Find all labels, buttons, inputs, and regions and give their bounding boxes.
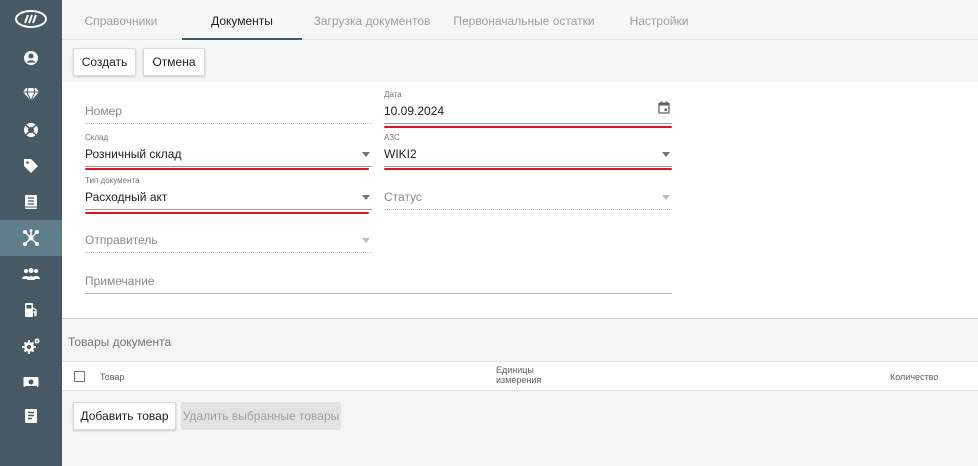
note-field[interactable]: Примечание <box>85 260 672 294</box>
document-type-select[interactable]: Тип документа Расходный акт <box>85 176 372 210</box>
station-value: WIKI2 <box>384 147 417 161</box>
sidebar-item-diamond[interactable] <box>0 76 62 112</box>
goods-section-title: Товары документа <box>68 335 172 349</box>
sidebar-item-gears[interactable] <box>0 328 62 364</box>
chevron-down-icon <box>362 195 370 200</box>
tab-initial-balances[interactable]: Первоначальные остатки <box>444 0 604 40</box>
date-highlight-underline <box>384 126 672 128</box>
chevron-down-icon <box>362 238 370 243</box>
document-goods-section: Товары документа Товар Единицы измерения… <box>62 318 978 466</box>
tab-documents[interactable]: Документы <box>182 0 302 40</box>
sidebar-item-book[interactable] <box>0 184 62 220</box>
cancel-button[interactable]: Отмена <box>143 48 205 76</box>
sender-select[interactable]: Отправитель <box>85 219 372 253</box>
add-product-button[interactable]: Добавить товар <box>73 402 176 430</box>
brand-logo-icon <box>15 10 47 28</box>
date-label: Дата <box>384 90 402 99</box>
station-highlight-underline <box>384 168 672 170</box>
sidebar-item-users[interactable] <box>0 256 62 292</box>
document-form: Номер Дата 10.09.2024 Склад Розничный ск… <box>62 82 978 318</box>
user-icon <box>24 51 38 65</box>
tab-document-upload[interactable]: Загрузка документов <box>306 0 438 40</box>
book-icon <box>25 195 37 209</box>
warehouse-highlight-underline <box>85 168 369 170</box>
chevron-down-icon <box>362 152 370 157</box>
sidebar-item-lifebuoy[interactable] <box>0 112 62 148</box>
sidebar <box>0 0 62 466</box>
status-placeholder: Статус <box>384 190 422 204</box>
sidebar-item-documents[interactable] <box>0 398 62 434</box>
date-field[interactable]: Дата 10.09.2024 <box>384 90 672 124</box>
tag-icon <box>24 159 38 173</box>
toolbar: Создать Отмена <box>62 40 978 82</box>
brand-logo[interactable] <box>0 0 62 38</box>
select-all-checkbox[interactable] <box>74 371 85 382</box>
create-button[interactable]: Создать <box>73 48 136 76</box>
column-product[interactable]: Товар <box>100 372 125 382</box>
top-tabs: Справочники Документы Загрузка документо… <box>62 0 978 40</box>
warehouse-select[interactable]: Склад Розничный склад <box>85 133 372 167</box>
sender-placeholder: Отправитель <box>85 233 158 247</box>
users-icon <box>22 268 40 280</box>
sidebar-item-money[interactable] <box>0 364 62 400</box>
status-select[interactable]: Статус <box>384 176 672 210</box>
document-type-highlight-underline <box>85 212 369 214</box>
tab-settings[interactable]: Настройки <box>614 0 704 40</box>
money-icon <box>23 377 39 388</box>
column-units[interactable]: Единицы измерения <box>496 365 541 385</box>
date-value: 10.09.2024 <box>384 104 445 118</box>
column-quantity[interactable]: Количество <box>890 372 938 382</box>
station-select[interactable]: АЗС WIKI2 <box>384 133 672 167</box>
document-type-value: Расходный акт <box>85 190 168 204</box>
note-placeholder: Примечание <box>85 274 155 288</box>
sidebar-item-tag[interactable] <box>0 148 62 184</box>
goods-table-header: Товар Единицы измерения Количество <box>62 361 978 391</box>
lifebuoy-icon <box>24 123 38 137</box>
list-document-icon <box>25 409 37 423</box>
calendar-icon <box>658 101 670 114</box>
network-icon <box>23 229 39 246</box>
station-label: АЗС <box>384 133 400 142</box>
number-field[interactable]: Номер <box>85 92 372 124</box>
warehouse-label: Склад <box>85 133 109 142</box>
number-placeholder: Номер <box>85 104 122 118</box>
sidebar-item-network[interactable] <box>0 220 62 256</box>
document-type-label: Тип документа <box>85 176 140 185</box>
chevron-down-icon <box>662 152 670 157</box>
column-units-line2: измерения <box>496 375 542 385</box>
diamond-icon <box>23 87 39 101</box>
sidebar-item-fuel[interactable] <box>0 292 62 328</box>
delete-selected-products-button[interactable]: Удалить выбранные товары <box>181 402 341 430</box>
column-units-line1: Единицы <box>496 365 534 375</box>
sidebar-item-user[interactable] <box>0 40 62 76</box>
warehouse-value: Розничный склад <box>85 147 182 161</box>
tab-directories[interactable]: Справочники <box>62 0 180 40</box>
fuel-pump-icon <box>25 303 37 317</box>
chevron-down-icon <box>662 195 670 200</box>
calendar-button[interactable] <box>658 101 670 119</box>
gears-icon <box>22 338 40 354</box>
